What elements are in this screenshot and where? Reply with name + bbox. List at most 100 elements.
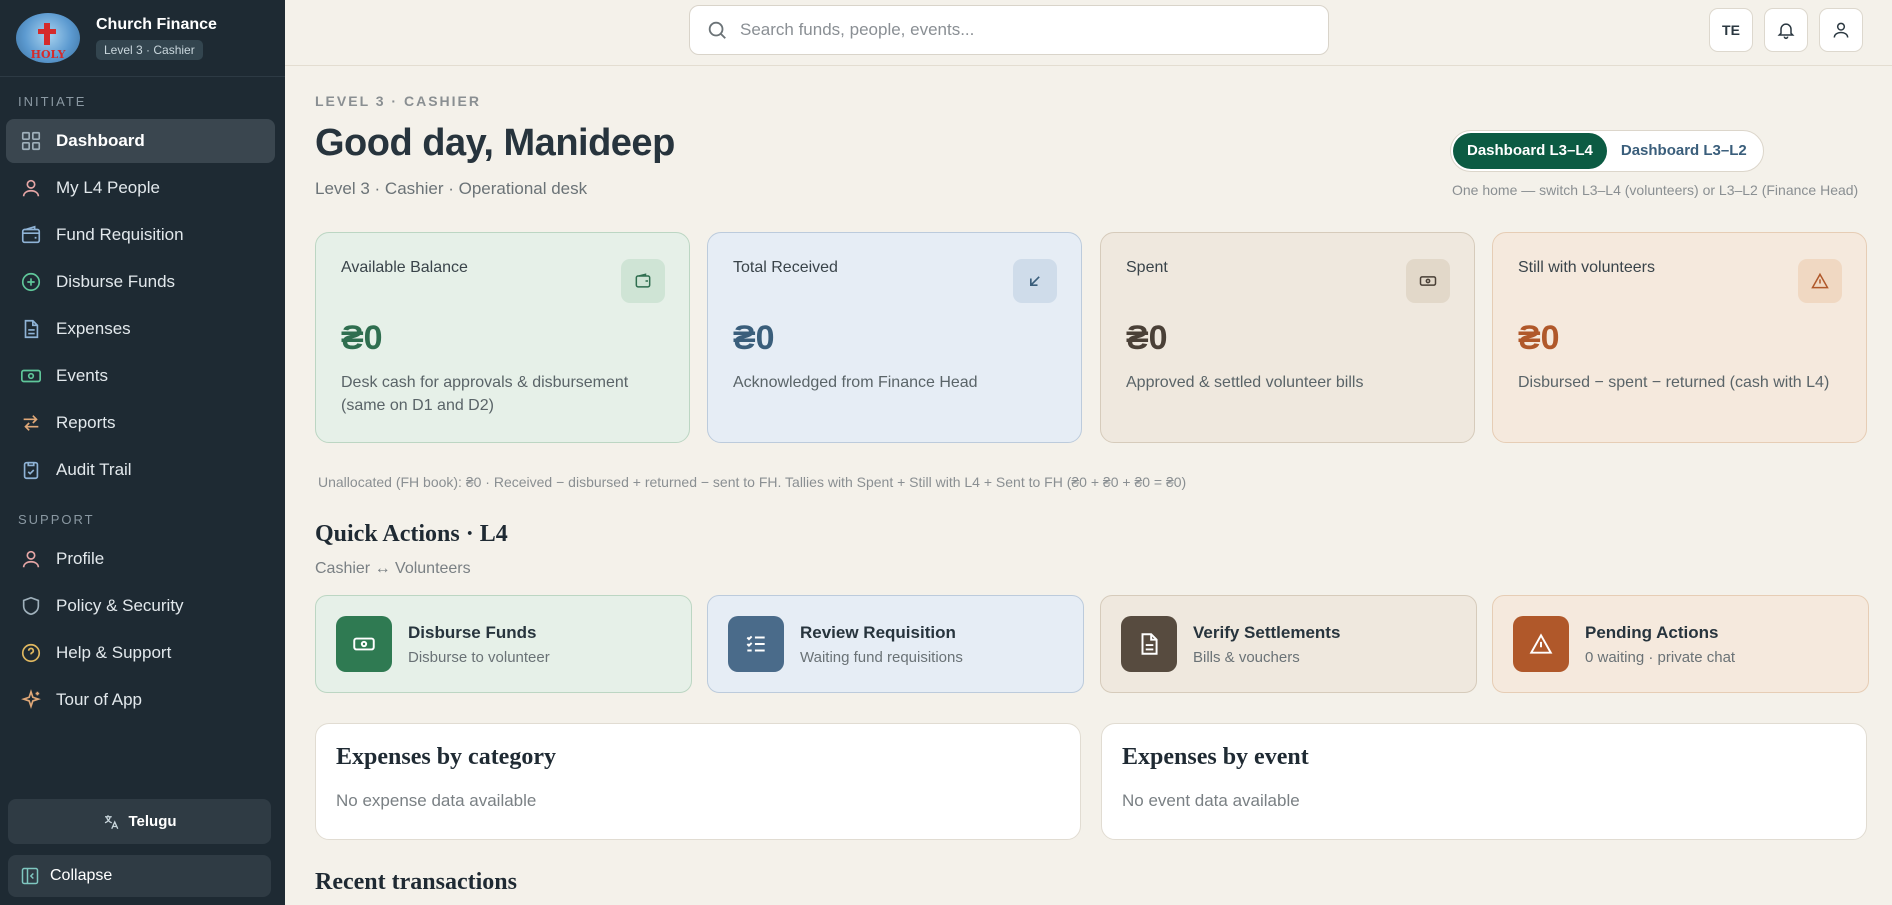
checklist-icon	[728, 616, 784, 672]
alert-triangle-icon	[1513, 616, 1569, 672]
empty-state: No event data available	[1122, 791, 1300, 810]
sidebar-item-profile[interactable]: Profile	[6, 537, 275, 581]
quick-action-pending-actions[interactable]: Pending Actions 0 waiting · private chat	[1492, 595, 1869, 693]
sidebar-item-tour-of-app[interactable]: Tour of App	[6, 678, 275, 722]
sidebar-item-label: Tour of App	[56, 690, 143, 709]
banknote-icon	[336, 616, 392, 672]
sidebar-item-label: Disburse Funds	[56, 272, 176, 291]
sidebar-item-events[interactable]: Events	[6, 354, 275, 398]
app-name: Church Finance	[96, 16, 217, 33]
quick-action-desc: Bills & vouchers	[1193, 648, 1300, 666]
quick-action-name: Disburse Funds	[408, 622, 537, 642]
tab-dashboard-l3-l2[interactable]: Dashboard L3–L2	[1607, 133, 1761, 169]
wallet-icon	[621, 259, 665, 303]
tab-dashboard-l3-l4[interactable]: Dashboard L3–L4	[1453, 133, 1607, 169]
quick-action-review-requisition[interactable]: Review Requisition Waiting fund requisit…	[707, 595, 1084, 693]
sidebar-item-label: Dashboard	[56, 131, 145, 150]
stat-description: Desk cash for approvals & disbursement (…	[341, 374, 629, 414]
quick-actions-subtitle: Cashier ↔ Volunteers	[315, 560, 471, 577]
panel-title: Expenses by category	[336, 744, 556, 770]
stat-value: ₴0	[1518, 319, 1560, 357]
page-title: Good day, Manideep	[315, 122, 675, 164]
wallet-icon	[20, 224, 42, 246]
collapse-label: Collapse	[50, 867, 113, 884]
sidebar-item-policy-security[interactable]: Policy & Security	[6, 584, 275, 628]
help-circle-icon	[20, 642, 42, 664]
language-button[interactable]: Telugu	[8, 799, 271, 844]
sidebar-item-label: Audit Trail	[56, 460, 132, 479]
sidebar-item-help-support[interactable]: Help & Support	[6, 631, 275, 675]
stat-card-available-balance: Available Balance ₴0 Desk cash for appro…	[315, 232, 690, 443]
user-icon	[20, 177, 42, 199]
stat-card-total-received: Total Received ₴0 Acknowledged from Fina…	[707, 232, 1082, 443]
brand[interactable]: HOLY Church Finance Level 3 · Cashier	[0, 0, 285, 77]
quick-actions-title: Quick Actions · L4	[315, 521, 508, 547]
search-bar[interactable]	[689, 5, 1329, 55]
sidebar-item-label: Expenses	[56, 319, 131, 338]
search-input[interactable]	[740, 20, 1300, 40]
user-icon	[20, 548, 42, 570]
sidebar-item-label: Events	[56, 366, 108, 385]
grid-icon	[20, 130, 42, 152]
language-label: Telugu	[128, 813, 177, 830]
stat-card-spent: Spent ₴0 Approved & settled volunteer bi…	[1100, 232, 1475, 443]
quick-action-desc: Waiting fund requisitions	[800, 648, 963, 666]
expenses-by-event-panel: Expenses by event No event data availabl…	[1101, 723, 1867, 840]
quick-action-desc: 0 waiting · private chat	[1585, 648, 1736, 666]
panel-collapse-icon	[21, 867, 39, 885]
stat-description: Acknowledged from Finance Head	[733, 374, 978, 391]
sidebar-item-label: Profile	[56, 549, 105, 568]
stat-description: Approved & settled volunteer bills	[1126, 374, 1364, 391]
language-code-button[interactable]: TE	[1709, 8, 1753, 52]
stat-label: Total Received	[733, 259, 838, 276]
document-icon	[20, 318, 42, 340]
stat-label: Spent	[1126, 259, 1168, 276]
switch-note: One home — switch L3–L4 (volunteers) or …	[1452, 182, 1859, 198]
user-icon	[1833, 22, 1849, 38]
plus-circle-icon	[20, 271, 42, 293]
panel-title: Expenses by event	[1122, 744, 1309, 770]
arrow-down-left-icon	[1013, 259, 1057, 303]
quick-action-name: Pending Actions	[1585, 622, 1719, 642]
quick-action-disburse-funds[interactable]: Disburse Funds Disburse to volunteer	[315, 595, 692, 693]
recent-transactions-title: Recent transactions	[315, 869, 517, 895]
section-label-initiate: INITIATE	[18, 94, 87, 109]
banknote-icon	[1406, 259, 1450, 303]
logo-text: HOLY	[30, 48, 66, 61]
bell-icon	[1777, 23, 1795, 40]
expenses-by-category-panel: Expenses by category No expense data ava…	[315, 723, 1081, 840]
collapse-button[interactable]: Collapse	[8, 855, 271, 897]
church-logo: HOLY	[16, 13, 80, 63]
stat-value: ₴0	[733, 319, 775, 357]
stat-label: Still with volunteers	[1518, 259, 1655, 276]
shield-icon	[20, 595, 42, 617]
banknote-icon	[20, 365, 42, 387]
sidebar-item-my-l4-people[interactable]: My L4 People	[6, 166, 275, 210]
sidebar-item-expenses[interactable]: Expenses	[6, 307, 275, 351]
sidebar-item-audit-trail[interactable]: Audit Trail	[6, 448, 275, 492]
sidebar-item-fund-requisition[interactable]: Fund Requisition	[6, 213, 275, 257]
notifications-button[interactable]	[1764, 8, 1808, 52]
alert-triangle-icon	[1798, 259, 1842, 303]
sidebar-item-disburse-funds[interactable]: Disburse Funds	[6, 260, 275, 304]
dashboard-switch: Dashboard L3–L4 Dashboard L3–L2	[1450, 130, 1764, 172]
search-icon	[708, 21, 726, 39]
sidebar-item-label: Help & Support	[56, 643, 172, 662]
empty-state: No expense data available	[336, 791, 537, 810]
role-eyebrow: LEVEL 3 · CASHIER	[315, 93, 481, 109]
sidebar-item-dashboard[interactable]: Dashboard	[6, 119, 275, 163]
stat-label: Available Balance	[341, 259, 468, 276]
account-button[interactable]	[1819, 8, 1863, 52]
translate-icon	[105, 814, 119, 829]
quick-action-verify-settlements[interactable]: Verify Settlements Bills & vouchers	[1100, 595, 1477, 693]
sidebar-item-label: Fund Requisition	[56, 225, 184, 244]
stat-value: ₴0	[341, 319, 383, 357]
page-subtitle: Level 3 · Cashier · Operational desk	[315, 179, 588, 198]
sparkles-icon	[20, 689, 42, 711]
quick-action-name: Review Requisition	[800, 622, 956, 642]
sidebar-item-reports[interactable]: Reports	[6, 401, 275, 445]
sidebar-item-label: Reports	[56, 413, 116, 432]
section-label-support: SUPPORT	[18, 512, 95, 527]
sidebar: HOLY Church Finance Level 3 · Cashier IN…	[0, 0, 285, 905]
arrows-icon	[20, 412, 42, 434]
